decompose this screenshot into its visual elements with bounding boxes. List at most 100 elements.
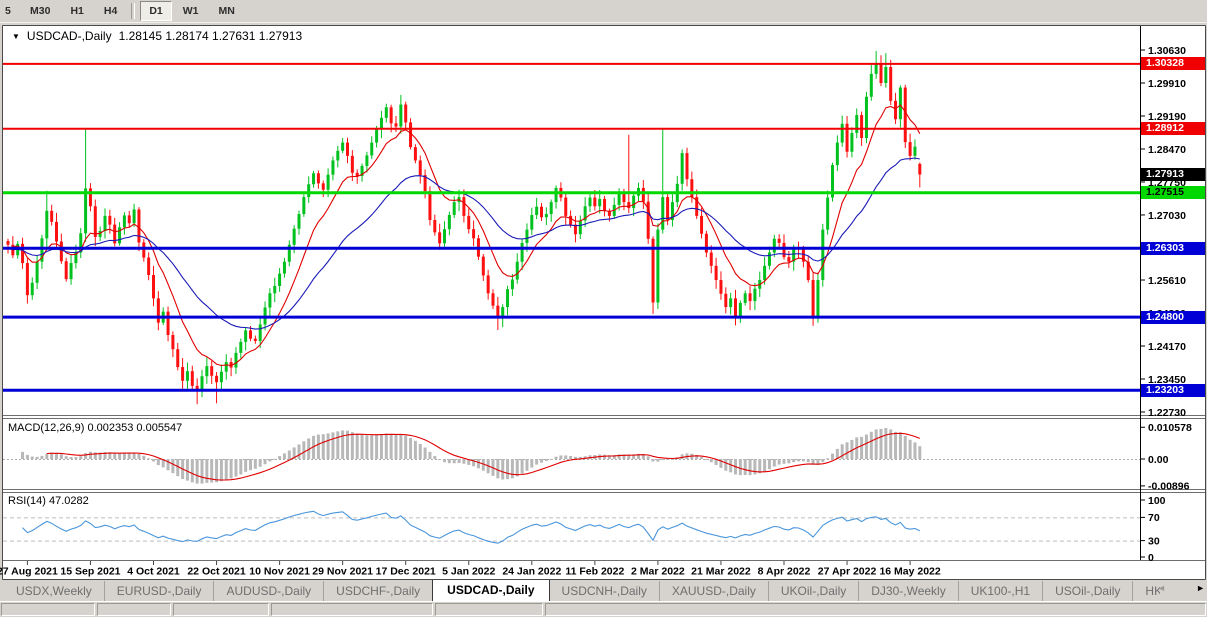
- tab-usdchf-daily[interactable]: USDCHF-,Daily: [323, 581, 432, 601]
- bear-candle: [467, 215, 471, 230]
- macd-histogram-bar: [40, 455, 44, 459]
- bull-candle: [869, 73, 873, 97]
- tab-scroll-buttons: ◄ ►: [1157, 583, 1205, 593]
- chart-canvas[interactable]: 1.306301.299101.291901.284701.277501.270…: [0, 0, 1207, 616]
- macd-histogram-bar: [253, 459, 257, 469]
- macd-histogram-bar: [205, 459, 209, 483]
- bear-candle: [59, 241, 63, 262]
- bull-candle: [729, 298, 733, 308]
- tab-audusd-daily[interactable]: AUDUSD-,Daily: [213, 581, 323, 601]
- bull-candle: [510, 279, 514, 290]
- bear-candle: [486, 275, 490, 294]
- tab-scroll-right-icon[interactable]: ►: [1196, 583, 1205, 593]
- bear-candle: [350, 155, 354, 173]
- bear-candle: [714, 265, 718, 281]
- macd-histogram-bar: [549, 458, 553, 460]
- status-segment: [173, 603, 269, 616]
- bull-candle: [282, 261, 286, 274]
- tab-strip: USDX,Weekly EURUSD-,Daily AUDUSD-,Daily …: [4, 580, 1160, 601]
- tab-xauusd-daily[interactable]: XAUUSD-,Daily: [658, 581, 768, 601]
- macd-histogram-bar: [564, 455, 568, 459]
- bull-candle: [297, 214, 301, 229]
- tab-hk50[interactable]: HK50-,H1: [1132, 581, 1160, 601]
- macd-histogram-bar: [360, 434, 364, 459]
- bull-candle: [617, 192, 621, 205]
- macd-histogram-bar: [787, 459, 791, 464]
- time-axis[interactable]: [3, 561, 1140, 579]
- macd-histogram-bar: [569, 455, 573, 459]
- bear-candle: [685, 153, 689, 180]
- rsi-layer: [22, 510, 921, 544]
- macd-histogram-bar: [831, 453, 834, 459]
- macd-histogram-bar: [661, 459, 665, 461]
- bull-candle: [443, 229, 446, 244]
- macd-histogram-bar: [452, 459, 456, 464]
- tab-usoil-daily[interactable]: USOil-,Daily: [1042, 581, 1132, 601]
- tab-ukoil-daily[interactable]: UKOil-,Daily: [767, 581, 858, 601]
- macd-histogram-bar: [404, 435, 408, 459]
- macd-histogram-bar: [79, 456, 83, 459]
- bull-candle: [763, 265, 767, 281]
- bear-candle: [564, 197, 568, 216]
- bull-candle: [35, 261, 39, 283]
- bear-candle: [418, 160, 422, 176]
- bull-candle: [598, 198, 602, 207]
- macd-histogram-bar: [724, 459, 728, 471]
- tab-uk100-h1[interactable]: UK100-,H1: [957, 581, 1042, 601]
- bull-candle: [835, 142, 839, 166]
- tab-scroll-left-icon[interactable]: ◄: [1157, 583, 1166, 593]
- bear-candle: [690, 179, 694, 198]
- macd-histogram-bar: [525, 459, 529, 471]
- macd-histogram-bar: [772, 459, 776, 467]
- bull-candle: [278, 273, 282, 286]
- bear-candle: [321, 183, 325, 190]
- bear-candle: [627, 202, 631, 209]
- bull-candle: [375, 129, 379, 143]
- macd-histogram-bar: [898, 432, 902, 459]
- macd-histogram-bar: [894, 431, 898, 459]
- tab-usdcnh-daily[interactable]: USDCNH-,Daily: [550, 581, 659, 601]
- bull-candle: [578, 220, 582, 235]
- bear-candle: [215, 375, 219, 383]
- bull-candle: [632, 195, 636, 209]
- candles-layer: [6, 50, 922, 405]
- bull-candle: [656, 229, 660, 303]
- macd-histogram-bar: [884, 428, 888, 459]
- bear-candle: [6, 241, 10, 245]
- bull-candle: [840, 123, 844, 143]
- bear-candle: [88, 188, 92, 207]
- macd-histogram-bar: [331, 432, 335, 459]
- bull-candle: [331, 160, 335, 175]
- macd-histogram-bar: [355, 433, 359, 459]
- bull-candle: [103, 215, 107, 231]
- bear-candle: [108, 215, 112, 225]
- macd-histogram-bar: [515, 459, 519, 477]
- bear-candle: [249, 330, 252, 339]
- macd-histogram-bar: [680, 454, 684, 459]
- bull-candle: [520, 242, 524, 262]
- macd-histogram-bar: [263, 459, 267, 465]
- tab-usdcad-daily[interactable]: USDCAD-,Daily: [432, 580, 550, 601]
- bull-candle: [549, 202, 553, 215]
- macd-histogram-bar: [316, 434, 320, 459]
- bull-candle: [239, 341, 243, 353]
- macd-histogram-bar: [413, 440, 417, 459]
- macd-histogram-bar: [826, 458, 830, 460]
- macd-histogram-bar: [278, 456, 282, 459]
- bear-candle: [734, 298, 737, 317]
- macd-histogram-bar: [389, 433, 393, 459]
- macd-histogram-bar: [656, 459, 660, 462]
- macd-histogram-bar: [777, 459, 781, 465]
- macd-histogram-bar: [763, 459, 767, 472]
- bull-candle: [399, 104, 403, 127]
- bear-candle: [64, 261, 68, 280]
- price-axis[interactable]: [1140, 26, 1207, 560]
- macd-histogram-bar: [860, 436, 864, 459]
- status-segment: [271, 603, 433, 616]
- symbol-dropdown-icon[interactable]: ▼: [12, 32, 20, 41]
- tab-dj30-weekly[interactable]: DJ30-,Weekly: [858, 581, 957, 601]
- tab-usdx-weekly[interactable]: USDX,Weekly: [4, 581, 104, 601]
- tab-eurusd-daily[interactable]: EURUSD-,Daily: [103, 581, 214, 601]
- macd-histogram-bar: [670, 458, 674, 460]
- bull-candle: [384, 107, 388, 118]
